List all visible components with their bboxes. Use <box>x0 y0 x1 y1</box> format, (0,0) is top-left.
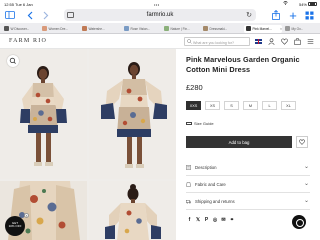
tab-label: Watershe... <box>88 26 105 31</box>
description-icon <box>186 165 191 170</box>
fabric-icon <box>186 182 191 187</box>
product-photo-back[interactable] <box>89 181 176 240</box>
close-tab-icon[interactable]: × <box>279 27 282 31</box>
browser-tab[interactable]: Watershe... <box>82 25 120 33</box>
bag-icon[interactable] <box>294 38 301 45</box>
tab-favicon <box>246 26 251 31</box>
browser-tab[interactable]: My Ov... <box>285 25 318 33</box>
ruler-icon <box>186 121 192 125</box>
product-price: £280 <box>186 83 203 92</box>
browser-toolbar: farmrio.uk ↻ + <box>0 7 320 23</box>
size-option-s[interactable]: S <box>224 101 239 110</box>
product-photo-side[interactable] <box>89 49 176 179</box>
browser-tab-active[interactable]: Pink Marvel... × <box>244 24 282 33</box>
share-icon[interactable] <box>270 9 282 21</box>
twitter-icon[interactable]: 𝕏 <box>195 217 202 223</box>
account-icon[interactable] <box>268 38 275 45</box>
zoom-icon <box>9 57 16 64</box>
status-dots: ••• <box>154 1 160 7</box>
size-guide-link[interactable]: Size Guide <box>186 120 214 126</box>
accordion-shipping-returns[interactable]: Shipping and returns ⌄ <box>186 194 310 210</box>
browser-tab[interactable]: Dressmaki... <box>203 25 241 33</box>
new-tab-icon[interactable]: + <box>287 8 299 23</box>
accordion-label: Description <box>195 165 217 170</box>
wishlist-icon[interactable] <box>281 38 288 45</box>
chevron-down-icon: ⌄ <box>303 198 309 204</box>
size-option-xl[interactable]: XL <box>281 101 296 110</box>
social-share-links: f 𝕏 P ◎ ✉ ⚭ <box>186 216 237 223</box>
site-search-input[interactable]: What are you looking for? <box>184 37 250 46</box>
chat-button[interactable] <box>292 215 306 229</box>
chevron-down-icon: ⌄ <box>303 164 309 170</box>
size-guide-label: Size Guide <box>194 120 214 126</box>
size-option-l[interactable]: L <box>262 101 277 110</box>
site-header: FARM RIO What are you looking for? <box>0 34 320 49</box>
uk-flag-icon[interactable] <box>255 39 262 44</box>
battery-percent: 54% <box>298 1 307 7</box>
browser-tab[interactable]: W Discover... <box>4 25 39 33</box>
wifi-icon <box>283 1 288 5</box>
forward-button[interactable] <box>40 9 52 21</box>
reload-icon[interactable]: ↻ <box>246 11 252 19</box>
tab-favicon <box>285 26 290 31</box>
tab-favicon <box>124 26 129 31</box>
heart-icon <box>299 139 305 145</box>
zoom-button[interactable] <box>7 55 19 67</box>
search-placeholder: What are you looking for? <box>193 40 234 45</box>
accordion-fabric-care[interactable]: Fabric and Care ⌄ <box>186 177 310 193</box>
size-option-m[interactable]: M <box>243 101 258 110</box>
tab-favicon <box>4 26 9 31</box>
model-illustration <box>89 181 176 240</box>
product-photo-front[interactable] <box>0 49 87 179</box>
product-details: Pink Marvelous Garden Organic Cotton Min… <box>176 49 320 240</box>
accordion-label: Fabric and Care <box>195 182 226 187</box>
address-bar[interactable]: farmrio.uk ↻ <box>64 9 256 21</box>
search-icon <box>187 39 192 44</box>
tab-label: My Ov... <box>291 26 304 31</box>
tabs-grid-icon[interactable] <box>303 9 315 21</box>
chevron-down-icon: ⌄ <box>303 181 309 187</box>
accordion-description[interactable]: Description ⌄ <box>186 160 310 176</box>
sidebar-icon[interactable] <box>4 9 16 21</box>
tab-favicon <box>42 26 47 31</box>
whatsapp-icon[interactable]: ◎ <box>212 217 219 223</box>
model-illustration <box>89 49 176 179</box>
facebook-icon[interactable]: f <box>186 217 193 223</box>
tab-label: Dressmaki... <box>209 26 228 31</box>
product-gallery <box>0 49 176 240</box>
promo-line-2: 10% OFF <box>8 224 22 229</box>
size-option-xs[interactable]: XS <box>205 101 220 110</box>
back-button[interactable] <box>24 9 36 21</box>
add-to-wishlist-button[interactable] <box>296 136 308 148</box>
tab-favicon <box>164 26 169 31</box>
browser-tab[interactable]: Rose Vision... <box>124 25 161 33</box>
email-icon[interactable]: ✉ <box>220 217 227 223</box>
browser-tab[interactable]: Nature | Fin... <box>164 25 200 33</box>
tab-strip: W Discover... Women Dre... Watershe... R… <box>0 23 320 34</box>
close-promo-icon[interactable]: × <box>24 213 29 218</box>
discount-popup-badge[interactable]: GET 10% OFF <box>5 216 25 236</box>
tab-label: Rose Vision... <box>130 26 151 31</box>
pinterest-icon[interactable]: P <box>203 217 210 223</box>
accordion-label: Shipping and returns <box>195 199 235 204</box>
tab-favicon <box>203 26 208 31</box>
tab-label: Women Dre... <box>48 26 69 31</box>
status-time: 12:55 Tue 6 Jan <box>4 1 33 7</box>
tab-label: W Discover... <box>10 26 30 31</box>
truck-icon <box>186 200 191 204</box>
model-illustration <box>0 49 87 179</box>
menu-icon[interactable] <box>307 38 314 45</box>
product-title: Pink Marvelous Garden Organic Cotton Min… <box>186 55 300 74</box>
tab-label: Pink Marvel... <box>252 26 272 31</box>
battery-icon <box>308 1 317 6</box>
address-domain: farmrio.uk <box>146 11 174 18</box>
tab-label: Nature | Fin... <box>170 26 190 31</box>
browser-tab[interactable]: Women Dre... <box>42 25 79 33</box>
size-option-xxs[interactable]: XXS <box>186 101 201 110</box>
link-icon[interactable]: ⚭ <box>229 217 236 223</box>
site-logo[interactable]: FARM RIO <box>9 38 47 44</box>
add-to-bag-button[interactable]: Add to bag <box>186 136 292 148</box>
tab-favicon <box>82 26 87 31</box>
